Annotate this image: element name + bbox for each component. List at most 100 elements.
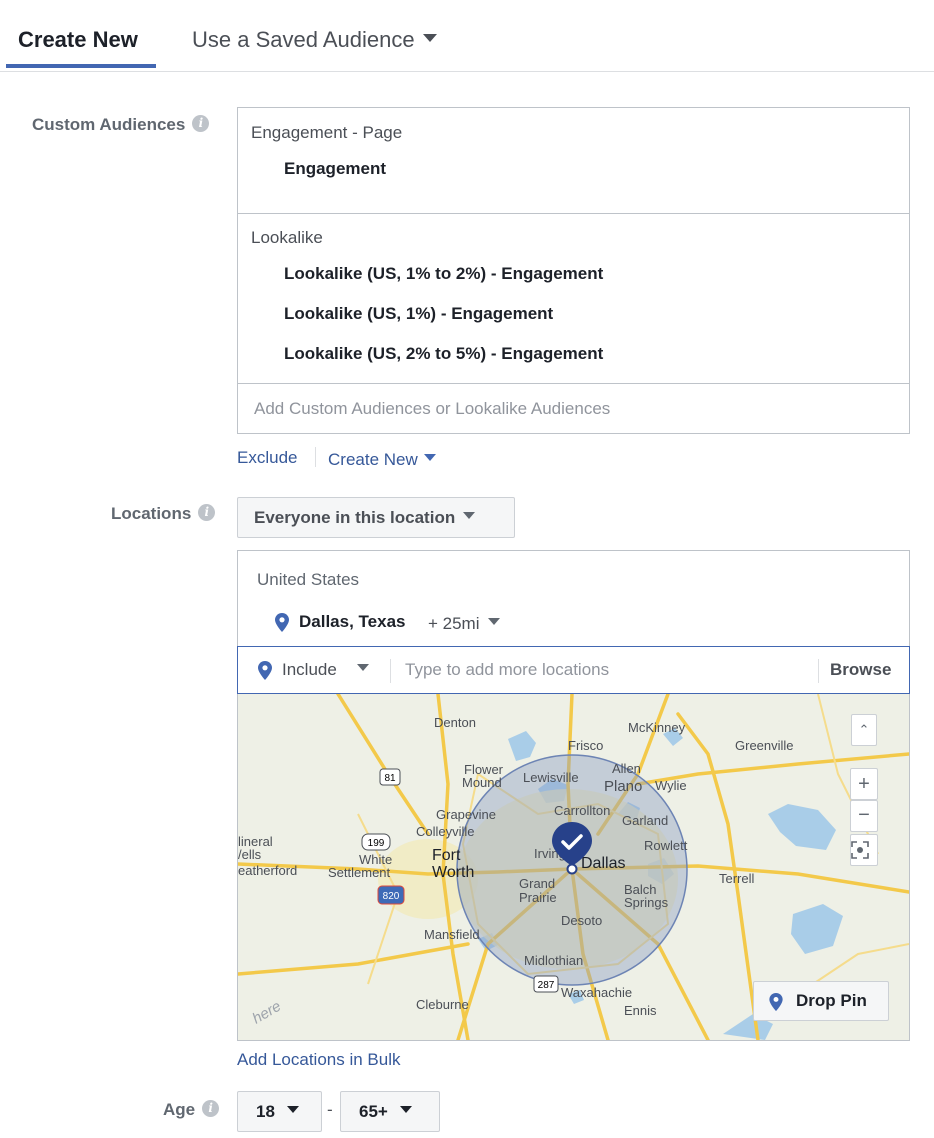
locations-label: Locations i [111,502,216,526]
map-watermark: here [250,998,285,1028]
highway-shield: 287 [538,980,555,991]
chevron-down-icon [422,34,437,43]
map-label: Waxahachie [561,985,632,1000]
custom-audiences-input[interactable]: Add Custom Audiences or Lookalike Audien… [254,398,610,420]
chevron-down-icon [399,1106,412,1114]
location-country: United States [257,570,360,589]
map-label: Frisco [568,738,603,753]
map-label: Ennis [624,1003,657,1018]
location-pin-icon [258,661,272,680]
map-label: Denton [434,715,476,730]
audience-item[interactable]: Engagement [284,158,386,180]
map-collapse-button[interactable]: ⌃ [851,714,877,746]
audience-item[interactable]: Lookalike (US, 1%) - Engagement [284,303,553,325]
location-radius-value: + 25mi [428,614,480,633]
chevron-down-icon [487,618,500,626]
map-label: Carrollton [554,803,610,818]
highway-shield: 199 [368,838,385,849]
drop-pin-button[interactable]: Drop Pin [753,981,889,1021]
chevron-down-icon [286,1106,299,1114]
map-label: Springs [624,895,669,910]
custom-audiences-box: Engagement - Page Engagement Lookalike L… [237,107,910,434]
age-min-select[interactable]: 18 [237,1091,322,1132]
location-scope-value: Everyone in this location [254,508,456,527]
info-icon[interactable]: i [198,504,216,522]
audience-group-engagement: Engagement - Page Engagement [238,108,909,214]
include-select-value: Include [282,660,337,679]
age-min-value: 18 [256,1102,275,1121]
map-label: /ells [238,847,262,862]
active-tab-indicator [6,64,156,68]
location-city-name: Dallas, Texas [299,612,406,631]
map-label: Grapevine [436,807,496,822]
map-label: Settlement [328,865,391,880]
audience-category: Engagement - Page [251,123,403,142]
tab-saved-audience-label: Use a Saved Audience [192,27,415,52]
link-divider [315,447,316,467]
chevron-down-icon [423,454,436,462]
map-label: Midlothian [524,953,583,968]
divider [818,659,819,683]
location-search-input[interactable]: Type to add more locations [405,659,609,681]
divider [390,659,391,683]
audience-group-lookalike: Lookalike Lookalike (US, 1% to 2%) - Eng… [238,214,909,384]
map-label: Dallas [581,855,625,872]
map-label: Greenville [735,738,794,753]
highway-shield: 820 [383,891,400,902]
recenter-icon [851,841,869,859]
map-label: Lewisville [523,770,579,785]
info-icon[interactable]: i [192,115,210,133]
location-scope-select[interactable]: Everyone in this location [237,497,515,538]
tab-saved-audience[interactable]: Use a Saved Audience [192,24,437,56]
audience-item[interactable]: Lookalike (US, 1% to 2%) - Engagement [284,263,603,285]
map-label: Rowlett [644,838,688,853]
custom-audiences-label-text: Custom Audiences [32,115,186,134]
map-label: eatherford [238,863,297,878]
add-locations-bulk-link[interactable]: Add Locations in Bulk [237,1049,401,1071]
include-select[interactable]: Include [282,659,369,681]
location-pin-icon [275,613,289,632]
map-label: Colleyville [416,824,475,839]
zoom-out-button[interactable]: − [850,800,878,832]
age-label: Age i [163,1098,220,1122]
map-label: Worth [432,864,474,881]
map-label: Cleburne [416,997,469,1012]
audience-category: Lookalike [251,228,323,247]
create-new-audience-label: Create New [328,450,418,469]
map-label: Fort [432,847,461,864]
map-label: Plano [604,778,642,795]
location-search-row: Include Type to add more locations Brows… [237,646,910,694]
map-label: Grand [519,876,555,891]
drop-pin-label: Drop Pin [796,991,867,1010]
map-label: Mound [462,775,502,790]
age-max-select[interactable]: 65+ [340,1091,440,1132]
map-label: Garland [622,813,668,828]
recenter-button[interactable] [850,834,878,866]
zoom-in-button[interactable]: + [850,768,878,800]
info-icon[interactable]: i [202,1100,220,1118]
location-city[interactable]: Dallas, Texas [275,611,405,633]
location-pin-icon [769,993,783,1011]
age-range-dash: - [327,1100,333,1119]
map-label: Allen [612,761,641,776]
chevron-down-icon [356,664,369,672]
highway-shield: 81 [384,773,396,784]
age-max-value: 65+ [359,1102,388,1121]
location-map[interactable]: Denton McKinney Frisco Greenville Flower… [238,694,909,1040]
audience-item[interactable]: Lookalike (US, 2% to 5%) - Engagement [284,343,603,365]
chevron-down-icon [463,512,476,520]
exclude-link[interactable]: Exclude [237,447,297,469]
map-label: Prairie [519,890,557,905]
create-new-audience-link[interactable]: Create New [328,449,436,471]
map-label: Wylie [655,778,687,793]
tab-create-new[interactable]: Create New [18,24,138,56]
map-label: Mansfield [424,927,480,942]
age-label-text: Age [163,1100,196,1119]
locations-label-text: Locations [111,504,192,523]
tab-create-new-label: Create New [18,27,138,52]
browse-button[interactable]: Browse [830,659,891,681]
map-label: Terrell [719,871,755,886]
map-label: McKinney [628,720,686,735]
location-radius-select[interactable]: + 25mi [428,613,500,635]
map-label: Desoto [561,913,602,928]
